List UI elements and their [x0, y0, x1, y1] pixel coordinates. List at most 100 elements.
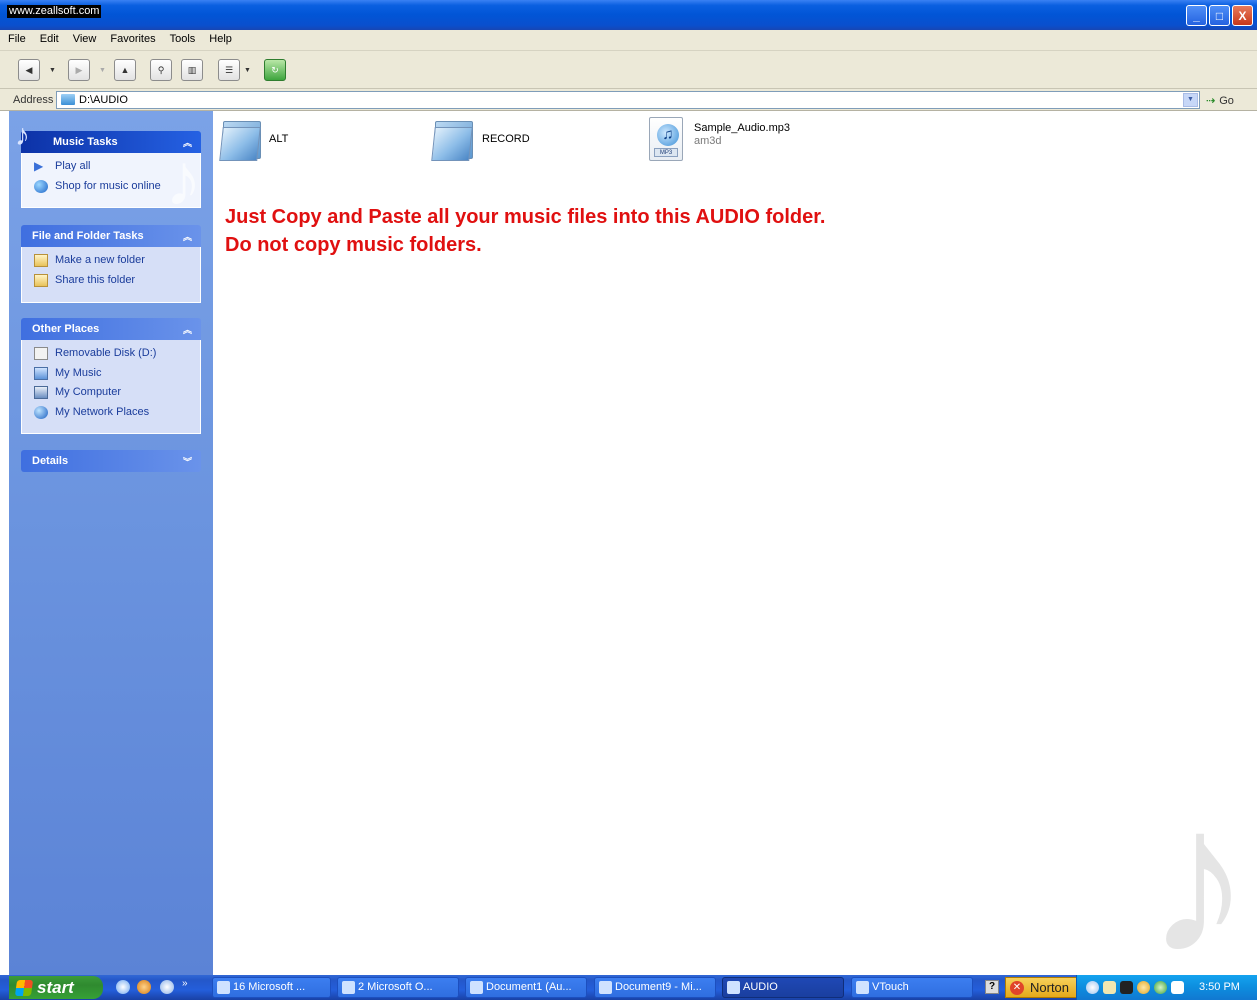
- play-icon: ▶: [34, 159, 44, 173]
- instruction-line-2: Do not copy music folders.: [225, 234, 482, 256]
- taskbar: start » 16 Microsoft ... 2 Microsoft O..…: [0, 975, 1257, 1000]
- task-shop-music[interactable]: Shop for music online: [22, 177, 200, 197]
- removable-disk-icon: [34, 347, 48, 360]
- start-button[interactable]: start: [9, 976, 103, 999]
- music-tasks-header[interactable]: Music Tasks ︽ ♪: [15, 119, 201, 153]
- tray-mail-icon[interactable]: [1103, 981, 1116, 994]
- collapse-chevron-icon[interactable]: ︽: [183, 136, 192, 149]
- clock[interactable]: 3:50 PM: [1199, 981, 1240, 993]
- norton-button[interactable]: ✕ Norton: [1005, 977, 1077, 998]
- go-label: Go: [1219, 95, 1234, 107]
- task-play-all[interactable]: ▶ Play all: [22, 157, 200, 177]
- quicklaunch-app-icon[interactable]: [137, 980, 151, 994]
- taskbar-item-label: VTouch: [872, 981, 909, 993]
- task-share-folder[interactable]: Share this folder: [22, 271, 200, 291]
- details-header[interactable]: Details ︾: [21, 450, 201, 472]
- my-music-icon: [34, 366, 48, 380]
- menu-help[interactable]: Help: [201, 30, 238, 45]
- task-new-folder[interactable]: Make a new folder: [22, 251, 200, 271]
- menu-file[interactable]: File: [0, 30, 32, 45]
- tray-security-icon[interactable]: [1154, 981, 1167, 994]
- taskbar-item-microsoft-office[interactable]: 2 Microsoft O...: [337, 977, 459, 998]
- go-button[interactable]: ⇢ Go: [1206, 94, 1234, 107]
- back-arrow-icon[interactable]: ◀: [18, 59, 40, 81]
- instruction-line-1: Just Copy and Paste all your music files…: [225, 206, 826, 228]
- address-bar: Address D:\AUDIO ▼ ⇢ Go: [0, 89, 1257, 111]
- menu-favorites[interactable]: Favorites: [102, 30, 161, 45]
- tray-network-icon[interactable]: [1120, 981, 1133, 994]
- address-input[interactable]: D:\AUDIO ▼: [56, 91, 1200, 109]
- quicklaunch-search-icon[interactable]: [160, 980, 174, 994]
- file-folder-tasks-header[interactable]: File and Folder Tasks ︽: [21, 225, 201, 247]
- file-type: am3d: [694, 135, 722, 147]
- address-label: Address: [13, 94, 54, 106]
- folder-item-alt[interactable]: ALT: [219, 117, 371, 165]
- norton-label: Norton: [1030, 980, 1070, 995]
- place-label: My Computer: [55, 386, 122, 398]
- taskbar-item-vtouch[interactable]: VTouch: [851, 977, 973, 998]
- place-network[interactable]: My Network Places: [22, 403, 200, 423]
- other-places-header[interactable]: Other Places ︽: [21, 318, 201, 340]
- taskbar-item-document1[interactable]: Document1 (Au...: [465, 977, 587, 998]
- file-view[interactable]: ALT RECORD ♫ MP3 Sample_Audio.mp3 am3d J…: [213, 111, 1257, 985]
- views-icon[interactable]: ☰: [218, 59, 240, 81]
- minimize-button[interactable]: _: [1186, 5, 1207, 26]
- sync-icon[interactable]: ↻: [264, 59, 286, 81]
- place-my-computer[interactable]: My Computer: [22, 383, 200, 403]
- window-icon: [217, 981, 230, 994]
- task-pane: Music Tasks ︽ ♪ ♪ ▶ Play all Shop for mu…: [9, 111, 213, 975]
- tray-media-icon[interactable]: [1086, 981, 1099, 994]
- task-label: Play all: [55, 160, 91, 172]
- taskbar-item-document9[interactable]: Document9 - Mi...: [594, 977, 716, 998]
- music-note-icon: ♫: [657, 124, 679, 146]
- music-tasks-title: Music Tasks: [53, 136, 118, 148]
- folder-item-record[interactable]: RECORD: [431, 117, 583, 165]
- music-note-icon: ♪: [15, 119, 30, 152]
- collapse-chevron-icon[interactable]: ︽: [183, 230, 192, 243]
- taskbar-item-audio[interactable]: AUDIO: [722, 977, 844, 998]
- place-removable-disk[interactable]: Removable Disk (D:): [22, 344, 200, 364]
- quicklaunch-media-icon[interactable]: [116, 980, 130, 994]
- forward-arrow-icon[interactable]: ▶: [68, 59, 90, 81]
- task-label: Make a new folder: [55, 254, 145, 266]
- new-folder-icon: [34, 254, 48, 267]
- taskbar-item-microsoft-group[interactable]: 16 Microsoft ...: [212, 977, 331, 998]
- details-title: Details: [32, 455, 69, 467]
- search-icon[interactable]: ⚲: [150, 59, 172, 81]
- task-label: Share this folder: [55, 273, 136, 286]
- forward-dropdown-icon[interactable]: ▼: [99, 67, 106, 74]
- menu-tools[interactable]: Tools: [162, 30, 202, 45]
- place-label: My Network Places: [55, 405, 150, 418]
- folder-icon: [727, 981, 740, 994]
- norton-alert-icon: ✕: [1010, 981, 1024, 995]
- globe-icon: [34, 179, 48, 193]
- tray-phone-icon[interactable]: [1171, 981, 1184, 994]
- maximize-button[interactable]: □: [1209, 5, 1230, 26]
- folder-name: ALT: [269, 133, 289, 145]
- views-dropdown-icon[interactable]: ▼: [244, 67, 251, 74]
- back-dropdown-icon[interactable]: ▼: [49, 67, 56, 74]
- tray-update-icon[interactable]: [1137, 981, 1150, 994]
- up-folder-icon[interactable]: ▲: [114, 59, 136, 81]
- my-computer-icon: [34, 386, 48, 399]
- place-my-music[interactable]: My Music: [22, 364, 200, 384]
- window-icon: [470, 981, 483, 994]
- quicklaunch-more-icon[interactable]: »: [182, 978, 188, 989]
- menu-view[interactable]: View: [65, 30, 103, 45]
- help-icon[interactable]: ?: [985, 980, 999, 994]
- address-dropdown-icon[interactable]: ▼: [1183, 93, 1198, 107]
- collapse-chevron-icon[interactable]: ︽: [183, 323, 192, 336]
- music-watermark-icon: ♪: [1146, 762, 1251, 997]
- file-folder-tasks-title: File and Folder Tasks: [32, 230, 144, 242]
- menu-edit[interactable]: Edit: [32, 30, 65, 45]
- title-bar[interactable]: www.zeallsoft.com _ □ X: [0, 0, 1257, 30]
- task-label: Shop for music online: [55, 179, 161, 192]
- close-button[interactable]: X: [1232, 5, 1253, 26]
- file-item-sample-audio[interactable]: ♫ MP3 Sample_Audio.mp3 am3d: [649, 117, 829, 165]
- file-name: Sample_Audio.mp3: [694, 122, 791, 134]
- folder-icon: [856, 981, 869, 994]
- expand-chevron-icon[interactable]: ︾: [183, 455, 192, 468]
- folders-icon[interactable]: ▥: [181, 59, 203, 81]
- go-arrow-icon: ⇢: [1206, 95, 1216, 107]
- address-value[interactable]: D:\AUDIO: [79, 94, 128, 106]
